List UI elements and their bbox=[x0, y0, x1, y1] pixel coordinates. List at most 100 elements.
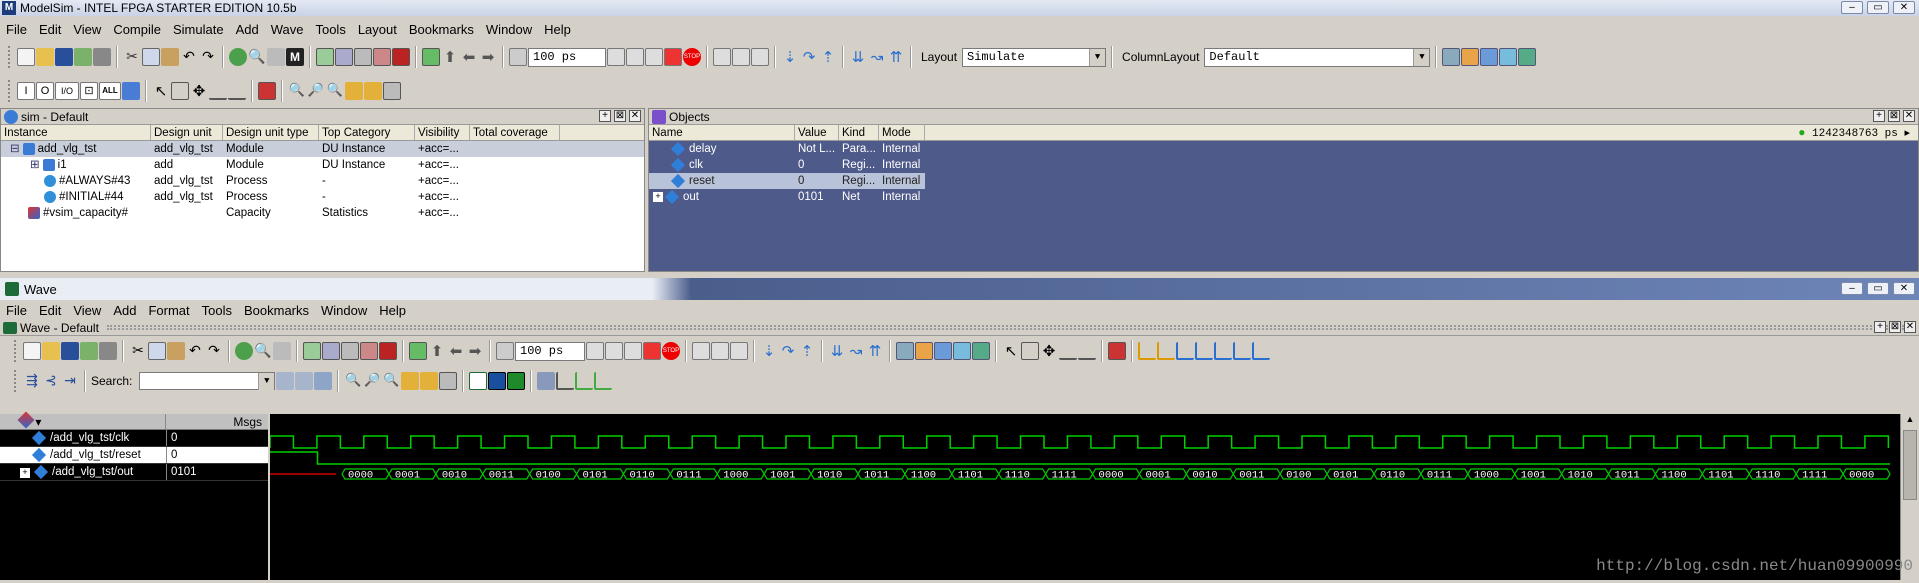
close-button[interactable]: ✕ bbox=[1893, 1, 1915, 14]
expand-icon[interactable]: + bbox=[653, 191, 663, 202]
cut-icon[interactable]: ✂ bbox=[129, 342, 147, 360]
column-mode[interactable]: Mode bbox=[879, 125, 925, 140]
wave-menu-bookmarks[interactable]: Bookmarks bbox=[238, 303, 315, 318]
main-menu-add[interactable]: Add bbox=[230, 22, 265, 37]
redo-icon[interactable]: ↷ bbox=[205, 342, 223, 360]
find-icon[interactable]: 🔍 bbox=[248, 48, 266, 66]
run-icon[interactable] bbox=[586, 342, 604, 360]
list-item[interactable]: clk 0 Regi... Internal bbox=[649, 157, 1918, 173]
wave-format-2-icon[interactable] bbox=[556, 372, 575, 390]
table-row[interactable]: #ALWAYS#43 add_vlg_tst Process - +acc=..… bbox=[1, 173, 644, 189]
reload-icon[interactable] bbox=[74, 48, 92, 66]
add-icon[interactable] bbox=[235, 342, 253, 360]
insert-breakpoint-icon[interactable]: ⇥ bbox=[61, 372, 79, 390]
zoom-full-icon[interactable]: 🔍 bbox=[326, 82, 344, 100]
wave-tool-4-icon[interactable] bbox=[953, 342, 971, 360]
column-top-category[interactable]: Top Category bbox=[319, 125, 415, 140]
search-left-icon[interactable] bbox=[276, 372, 295, 390]
pane-close-button[interactable]: ✕ bbox=[1904, 321, 1916, 333]
select-cursor-icon[interactable]: ↖ bbox=[152, 82, 170, 100]
zoom-range-icon[interactable] bbox=[383, 82, 401, 100]
expand-up-icon[interactable]: ⇡ bbox=[819, 48, 837, 66]
table-row[interactable]: #INITIAL#44 add_vlg_tst Process - +acc=.… bbox=[1, 189, 644, 205]
edit-mode-icon[interactable] bbox=[209, 82, 227, 100]
run-all-icon[interactable] bbox=[645, 48, 663, 66]
zoom-cursor-icon[interactable] bbox=[345, 82, 363, 100]
column-design-unit-type[interactable]: Design unit type bbox=[223, 125, 319, 140]
zoom-in-icon[interactable]: 🔍 bbox=[288, 82, 306, 100]
wave-menu-add[interactable]: Add bbox=[107, 303, 142, 318]
wave-signal-row[interactable]: /add_vlg_tst/clk 0 bbox=[0, 430, 268, 447]
wave-tool-3-icon[interactable] bbox=[934, 342, 952, 360]
maximize-button[interactable]: ▭ bbox=[1867, 1, 1889, 14]
main-menu-help[interactable]: Help bbox=[538, 22, 577, 37]
list-item[interactable]: reset 0 Regi... Internal bbox=[649, 173, 1918, 189]
wave-menu-file[interactable]: File bbox=[0, 303, 33, 318]
expand-up-icon[interactable]: ⇡ bbox=[798, 342, 816, 360]
wave-display-3-icon[interactable] bbox=[507, 372, 526, 390]
column-kind[interactable]: Kind bbox=[839, 125, 879, 140]
wave-menu-edit[interactable]: Edit bbox=[33, 303, 67, 318]
search-input[interactable]: ▼ bbox=[139, 372, 276, 390]
wave-menu-format[interactable]: Format bbox=[142, 303, 195, 318]
restart-icon[interactable] bbox=[509, 48, 527, 66]
table-row[interactable]: #vsim_capacity# Capacity Statistics +acc… bbox=[1, 205, 644, 221]
step-into-icon[interactable] bbox=[732, 48, 750, 66]
expand-down-icon[interactable]: ⇣ bbox=[760, 342, 778, 360]
link-mode-icon[interactable] bbox=[1078, 342, 1096, 360]
search-right-icon[interactable] bbox=[295, 372, 314, 390]
column-design-unit[interactable]: Design unit bbox=[151, 125, 223, 140]
pane-dock-button[interactable]: + bbox=[1873, 110, 1885, 122]
link-mode-icon[interactable] bbox=[228, 82, 246, 100]
zoom-last-icon[interactable] bbox=[364, 82, 382, 100]
break-icon[interactable] bbox=[379, 342, 397, 360]
prev-edge-icon[interactable] bbox=[1214, 342, 1232, 360]
list-item[interactable]: + out 0101 Net Internal bbox=[649, 189, 1918, 205]
minimize-button[interactable]: – bbox=[1841, 1, 1863, 14]
forward-arrow-icon[interactable]: ➡ bbox=[479, 48, 497, 66]
copy-icon[interactable] bbox=[148, 342, 166, 360]
open-folder-icon[interactable] bbox=[42, 342, 60, 360]
cut-icon[interactable]: ✂ bbox=[123, 48, 141, 66]
compile-all-icon[interactable] bbox=[322, 342, 340, 360]
zoom-last-icon[interactable] bbox=[420, 372, 439, 390]
mentor-icon[interactable]: M bbox=[286, 48, 304, 66]
wave-format-4-icon[interactable] bbox=[594, 372, 613, 390]
next-edge-icon[interactable] bbox=[1233, 342, 1251, 360]
select-cursor-icon[interactable]: ↖ bbox=[1002, 342, 1020, 360]
wave-tool-2-icon[interactable] bbox=[1461, 48, 1480, 66]
expand-right-icon[interactable]: ↷ bbox=[800, 48, 818, 66]
main-menu-window[interactable]: Window bbox=[480, 22, 538, 37]
columnlayout-select[interactable]: Default ▼ bbox=[1204, 47, 1431, 67]
close-button[interactable]: ✕ bbox=[1893, 282, 1915, 295]
pane-dock-button[interactable]: + bbox=[1874, 321, 1886, 333]
maximize-button[interactable]: ▭ bbox=[1867, 282, 1889, 295]
break-run-icon[interactable] bbox=[643, 342, 661, 360]
add-icon[interactable] bbox=[229, 48, 247, 66]
expand-icon[interactable]: + bbox=[20, 468, 30, 478]
open-folder-icon[interactable] bbox=[36, 48, 54, 66]
main-menu-compile[interactable]: Compile bbox=[107, 22, 167, 37]
find-icon[interactable]: 🔍 bbox=[254, 342, 272, 360]
main-menu-bookmarks[interactable]: Bookmarks bbox=[403, 22, 480, 37]
wave-display-2-icon[interactable] bbox=[488, 372, 507, 390]
compile-icon[interactable] bbox=[316, 48, 334, 66]
search-options-icon[interactable] bbox=[314, 372, 333, 390]
restart-icon[interactable] bbox=[496, 342, 514, 360]
step-icon[interactable] bbox=[713, 48, 731, 66]
expand-down-icon[interactable]: ⇣ bbox=[781, 48, 799, 66]
zoom-in-icon[interactable]: 🔍 bbox=[344, 372, 362, 390]
minimize-button[interactable]: – bbox=[1841, 282, 1863, 295]
main-menu-layout[interactable]: Layout bbox=[352, 22, 403, 37]
delete-cursor-icon[interactable] bbox=[1157, 342, 1175, 360]
step-up-icon[interactable]: ⇈ bbox=[866, 342, 884, 360]
collapse-icon[interactable] bbox=[267, 48, 285, 66]
main-menu-view[interactable]: View bbox=[67, 22, 107, 37]
wave-tool-2-icon[interactable] bbox=[915, 342, 933, 360]
up-arrow-icon[interactable]: ⬆ bbox=[441, 48, 459, 66]
expand-right-icon[interactable]: ↷ bbox=[779, 342, 797, 360]
wave-format-1-icon[interactable] bbox=[537, 372, 556, 390]
break-run-icon[interactable] bbox=[664, 48, 682, 66]
stop-drawing-icon[interactable] bbox=[1108, 342, 1126, 360]
zoom-cursor-icon[interactable] bbox=[401, 372, 420, 390]
